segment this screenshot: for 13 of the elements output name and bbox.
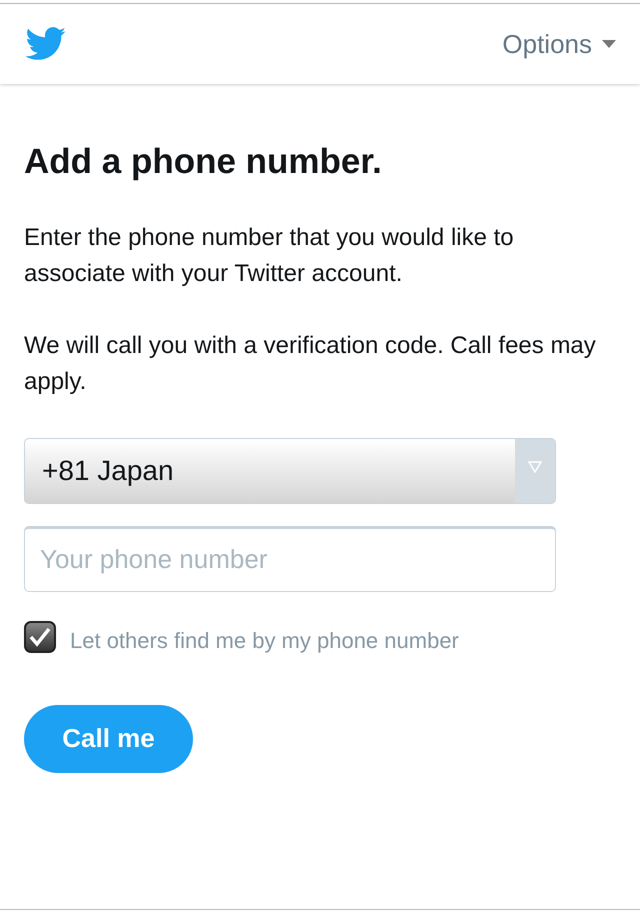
caret-icon: [602, 40, 616, 48]
bird-logo-icon[interactable]: [24, 27, 68, 61]
country-select[interactable]: +81 Japan: [24, 438, 556, 504]
dropdown-arrow-icon: [528, 460, 542, 473]
checkbox-label: Let others find me by my phone number: [70, 626, 459, 655]
options-menu[interactable]: Options: [502, 24, 616, 64]
checkbox[interactable]: [24, 621, 56, 654]
instruction-text: We will call you with a verification code. Call fees may apply.: [24, 330, 597, 397]
instruction-text: Enter the phone number that you would like to associate with your Twitter account.: [24, 222, 515, 289]
call-me-button[interactable]: Call me: [24, 704, 193, 773]
checkmark-icon: [29, 627, 51, 648]
phone-input-field[interactable]: Your phone number: [24, 526, 556, 592]
page-title: Add a phone number.: [24, 141, 383, 183]
